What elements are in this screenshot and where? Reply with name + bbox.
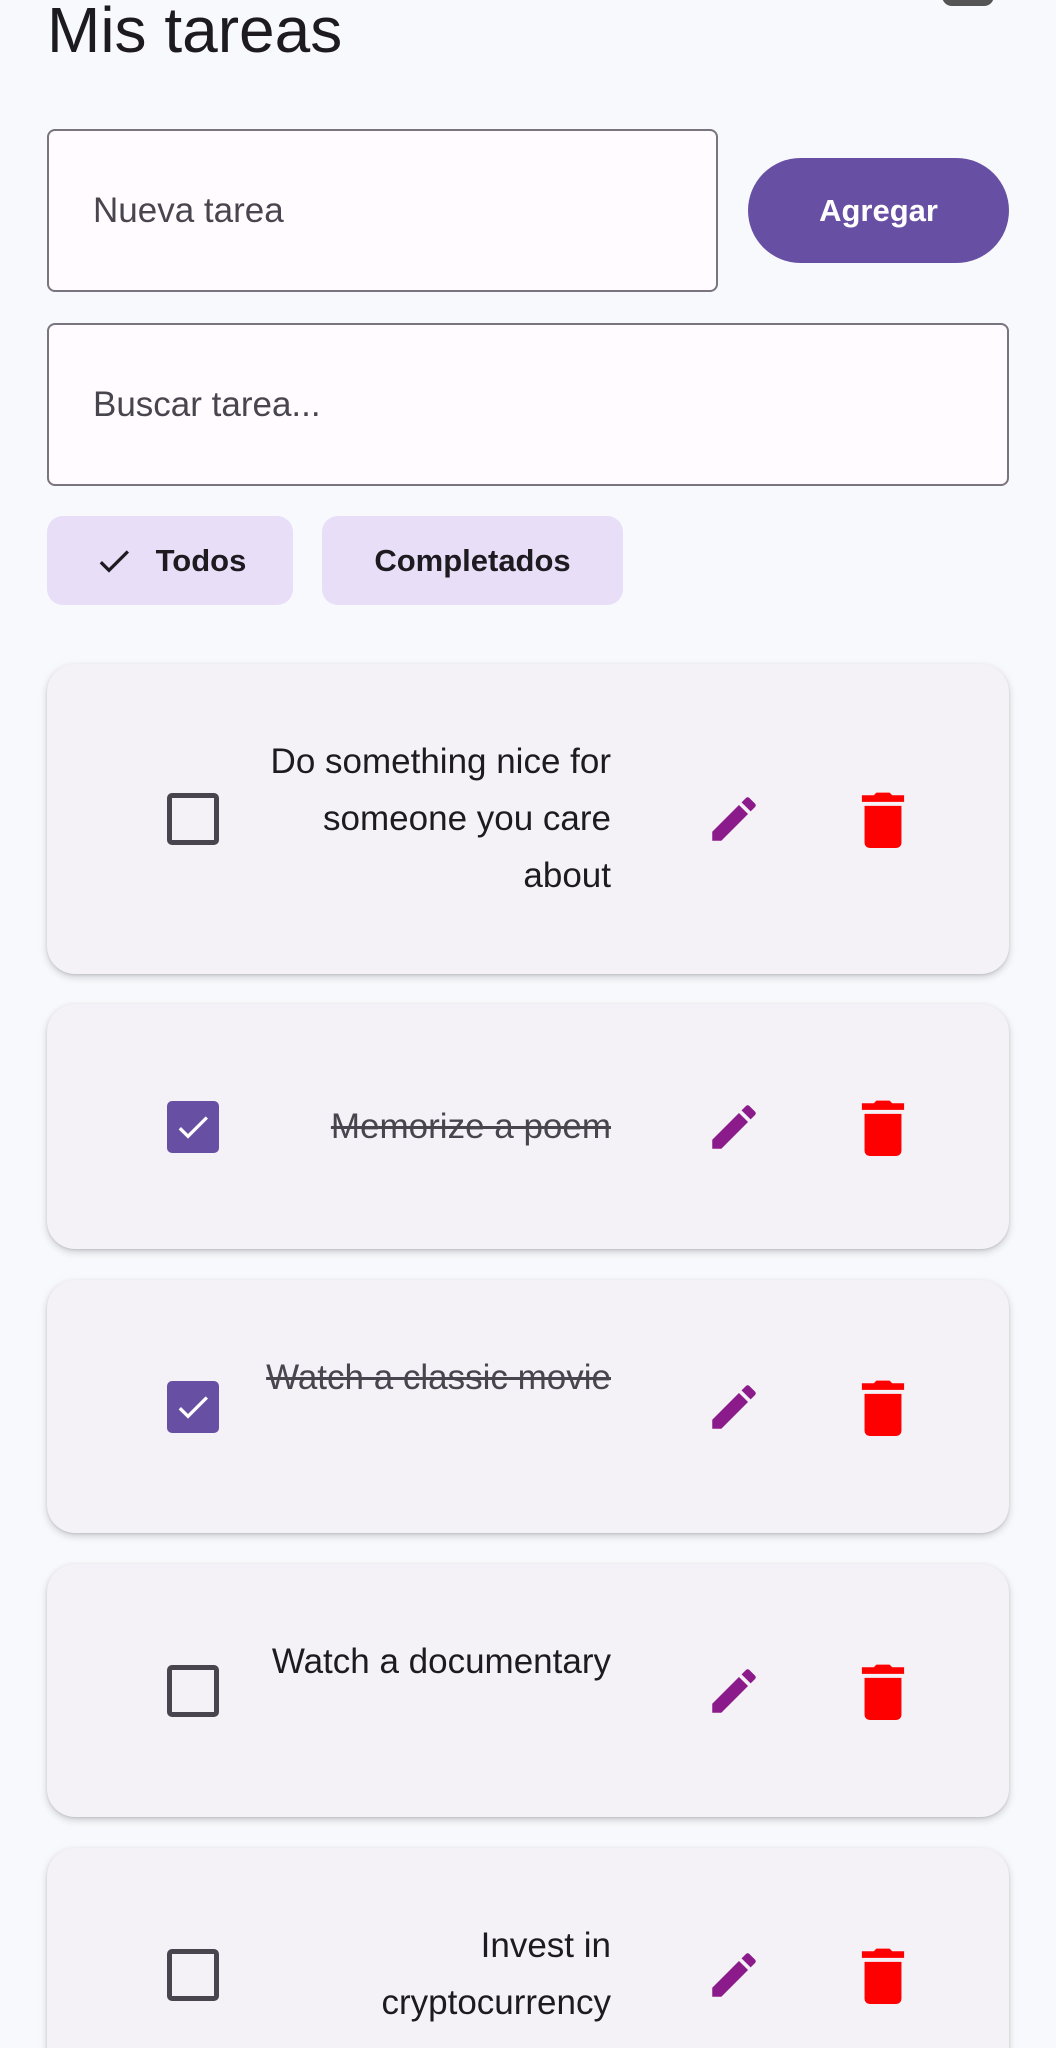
filter-chip-label: Completados [374, 542, 571, 578]
add-task-button[interactable]: Agregar [748, 158, 1009, 263]
battery-icon [942, 0, 994, 6]
new-task-field[interactable] [47, 129, 718, 292]
filter-chip-label: Todos [155, 542, 247, 578]
check-icon [178, 1396, 208, 1419]
task-card: Do something nice for someone you care a… [47, 664, 1009, 974]
task-text: Watch a documentary [271, 1642, 611, 1681]
check-icon [99, 549, 129, 573]
trash-icon[interactable] [861, 1662, 905, 1720]
pencil-icon[interactable] [705, 1378, 763, 1436]
check-icon [178, 1116, 208, 1139]
search-task-input[interactable] [93, 384, 1007, 425]
pencil-icon[interactable] [705, 1662, 763, 1720]
trash-icon[interactable] [861, 790, 905, 848]
pencil-icon[interactable] [705, 790, 763, 848]
filter-chip-completados[interactable]: Completados [322, 516, 623, 605]
task-checkbox[interactable] [167, 1665, 219, 1717]
task-card: Watch a documentary [47, 1564, 1009, 1817]
task-text: Watch a classic movie [266, 1358, 611, 1397]
task-checkbox[interactable] [167, 1101, 219, 1153]
task-checkbox[interactable] [167, 1949, 219, 2001]
task-text: Memorize a poem [330, 1107, 611, 1146]
task-card: Invest in cryptocurrency [47, 1848, 1009, 2048]
task-checkbox[interactable] [167, 1381, 219, 1433]
trash-icon[interactable] [861, 1098, 905, 1156]
task-card: Memorize a poem [47, 1004, 1009, 1249]
filter-chip-todos[interactable]: Todos [47, 516, 293, 605]
app-screen: Mis tareas Agregar Todos Completados Do … [0, 0, 1056, 2048]
search-task-field[interactable] [47, 323, 1009, 486]
task-card: Watch a classic movie [47, 1280, 1009, 1533]
trash-icon[interactable] [861, 1946, 905, 2004]
pencil-icon[interactable] [705, 1946, 763, 2004]
new-task-input[interactable] [93, 190, 716, 231]
task-checkbox[interactable] [167, 793, 219, 845]
page-title: Mis tareas [47, 0, 343, 66]
pencil-icon[interactable] [705, 1098, 763, 1156]
trash-icon[interactable] [861, 1378, 905, 1436]
task-text: Do something nice for someone you care a… [270, 742, 611, 895]
task-text: Invest in cryptocurrency [381, 1926, 611, 2022]
